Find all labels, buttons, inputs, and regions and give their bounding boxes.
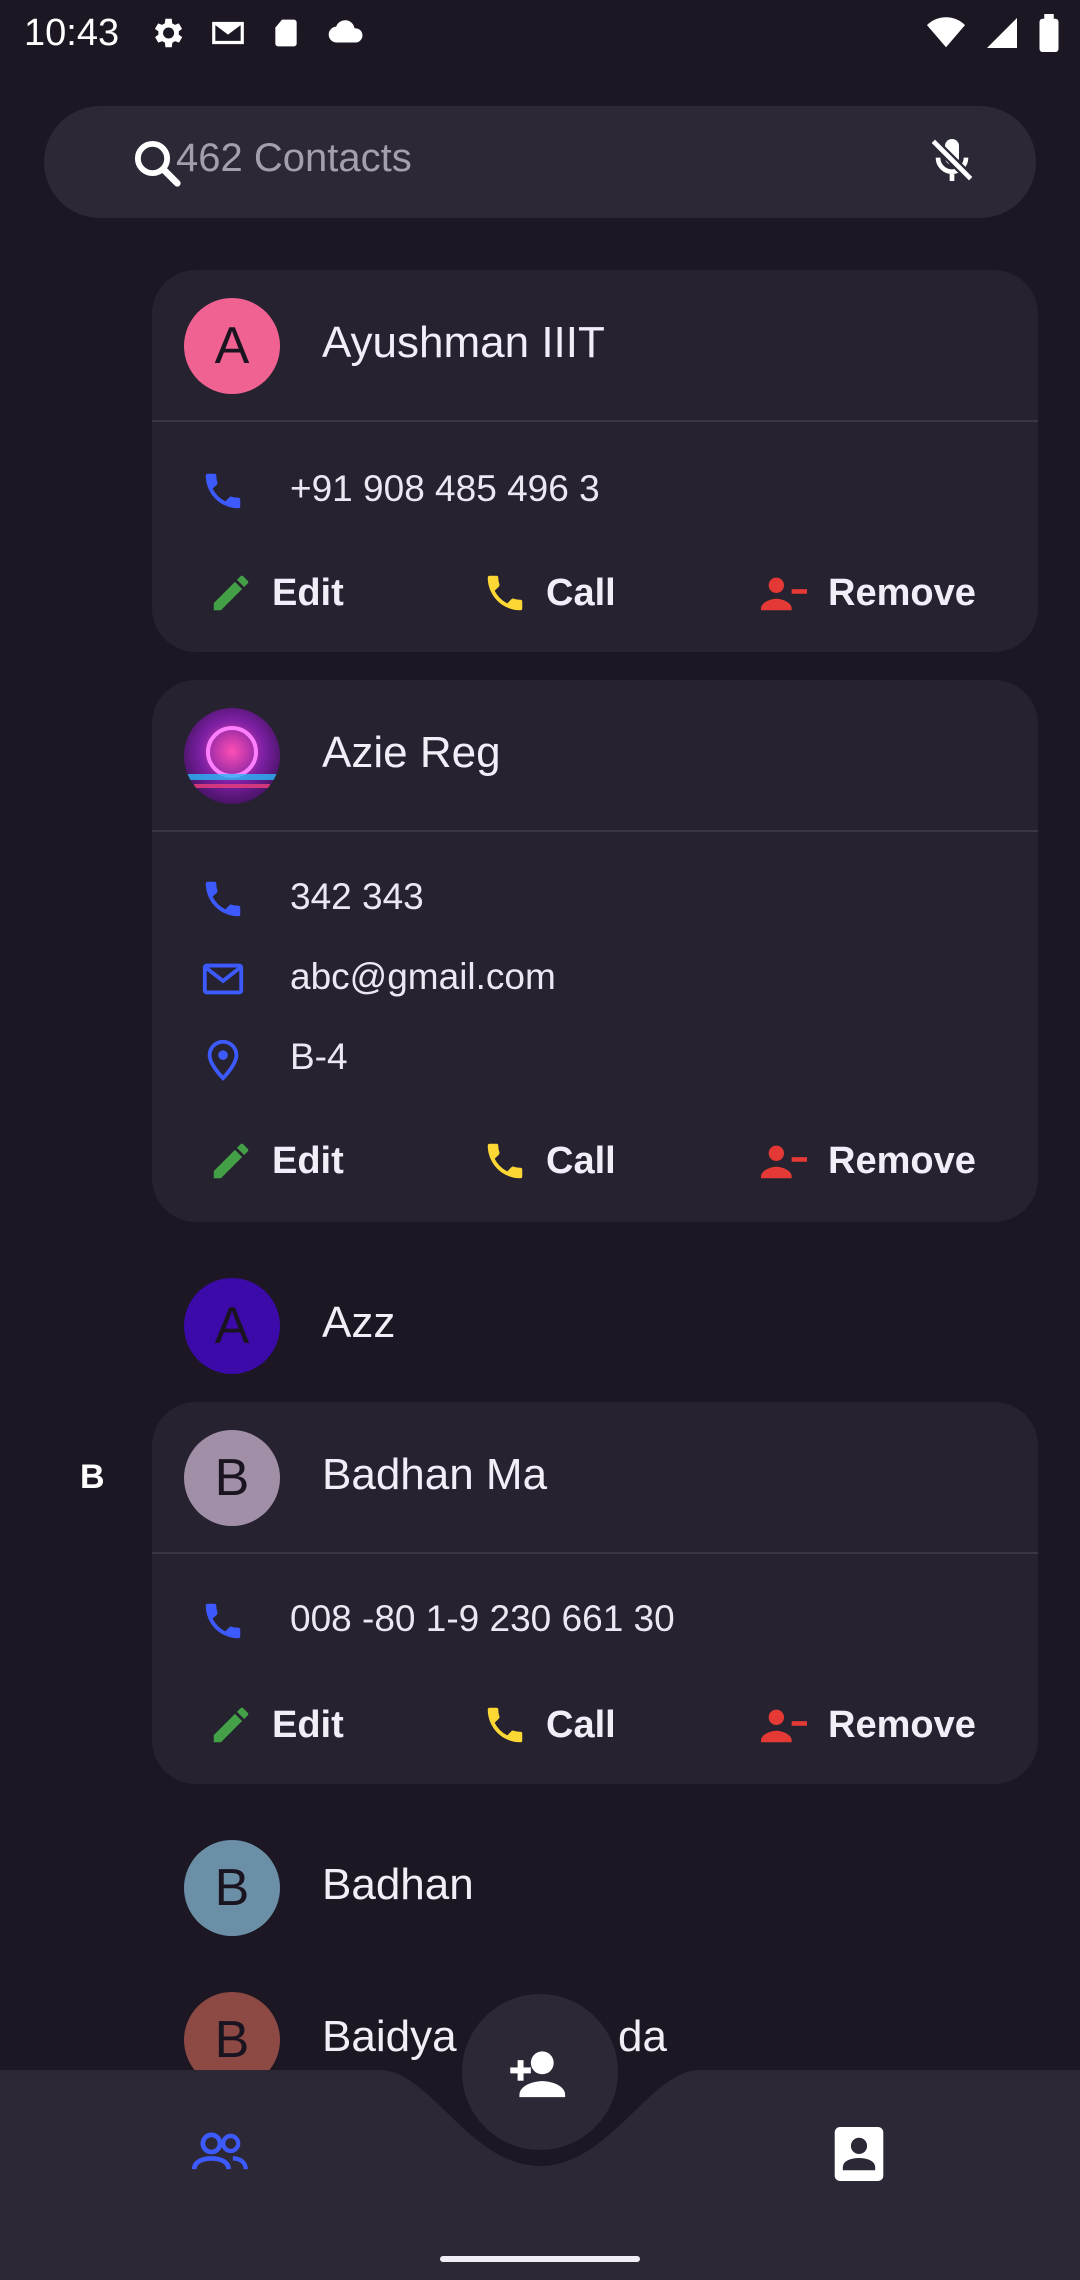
status-system-icons	[926, 14, 1060, 52]
edit-label: Edit	[272, 1703, 344, 1746]
add-contact-fab[interactable]	[462, 1994, 618, 2150]
sd-card-icon	[275, 19, 297, 47]
contact-row[interactable]: A Azz	[152, 1250, 1038, 1400]
contact-phone[interactable]: 342 343	[290, 876, 424, 918]
call-button[interactable]: Call	[482, 570, 616, 616]
avatar: A	[184, 1278, 280, 1374]
search-placeholder[interactable]: 462 Contacts	[176, 136, 412, 181]
remove-label: Remove	[828, 1703, 976, 1746]
phone-icon	[200, 1598, 246, 1649]
status-notification-icons	[148, 14, 366, 52]
location-icon	[200, 1036, 246, 1087]
call-icon	[487, 575, 523, 611]
contact-phone[interactable]: 008 -80 1-9 230 661 30	[290, 1598, 675, 1640]
contact-name: Baidya	[322, 2012, 457, 2061]
edit-button[interactable]: Edit	[208, 1702, 344, 1748]
contact-name: Azz	[322, 1298, 396, 1347]
contact-card-header[interactable]	[152, 1402, 1038, 1554]
contact-name: Badhan	[322, 1860, 474, 1909]
edit-label: Edit	[272, 1139, 344, 1182]
avatar: B	[184, 1992, 280, 2070]
contact-phone[interactable]: +91 908 485 496 3	[290, 468, 600, 510]
contact-card-expanded[interactable]: B Badhan Ma 008 -80 1-9 230 661 30 Edit …	[152, 1402, 1038, 1784]
edit-button[interactable]: Edit	[208, 570, 344, 616]
edit-button[interactable]: Edit	[208, 1138, 344, 1184]
avatar: A	[184, 298, 280, 394]
avatar: B	[184, 1840, 280, 1936]
remove-person-icon	[761, 1145, 807, 1179]
edit-icon	[213, 1707, 249, 1743]
contact-row[interactable]: B Badhan	[152, 1812, 1038, 1962]
gesture-nav-handle[interactable]	[440, 2256, 640, 2262]
contact-name: Ayushman IIIT	[322, 318, 605, 367]
call-icon	[487, 1143, 523, 1179]
remove-person-icon	[761, 577, 807, 611]
email-icon	[200, 956, 246, 1007]
search-bar[interactable]: 462 Contacts	[44, 106, 1036, 218]
remove-person-icon	[761, 1709, 807, 1743]
contacts-tab-icon[interactable]	[190, 2126, 250, 2183]
remove-button[interactable]: Remove	[758, 570, 976, 616]
call-button[interactable]: Call	[482, 1702, 616, 1748]
status-time: 10:43	[24, 12, 120, 54]
contact-card-header[interactable]	[152, 680, 1038, 832]
remove-button[interactable]: Remove	[758, 1138, 976, 1184]
call-label: Call	[546, 1139, 616, 1182]
contact-address[interactable]: B-4	[290, 1036, 348, 1078]
cloud-icon	[328, 20, 363, 43]
mic-off-icon[interactable]	[924, 132, 980, 193]
signal-icon	[987, 18, 1017, 48]
call-icon	[487, 1707, 523, 1743]
battery-icon	[1039, 14, 1059, 52]
avatar: B	[184, 1430, 280, 1526]
call-label: Call	[546, 571, 616, 614]
edit-label: Edit	[272, 571, 344, 614]
edit-icon	[213, 1143, 249, 1179]
contact-email[interactable]: abc@gmail.com	[290, 956, 556, 998]
contact-card-tab-icon[interactable]	[832, 2124, 886, 2189]
phone-icon	[200, 876, 246, 927]
gmail-icon	[212, 21, 244, 45]
remove-label: Remove	[828, 1139, 976, 1182]
person-add-icon	[510, 2051, 566, 2098]
wifi-icon	[927, 17, 965, 48]
remove-button[interactable]: Remove	[758, 1702, 976, 1748]
contact-name: Badhan Ma	[322, 1450, 548, 1499]
contact-name: Azie Reg	[322, 728, 501, 777]
settings-icon	[154, 18, 183, 48]
remove-label: Remove	[828, 571, 976, 614]
contact-card-expanded[interactable]: Azie Reg 342 343 abc@gmail.com B-4 Edit …	[152, 680, 1038, 1222]
call-label: Call	[546, 1703, 616, 1746]
phone-icon	[200, 468, 246, 519]
edit-icon	[213, 575, 249, 611]
call-button[interactable]: Call	[482, 1138, 616, 1184]
avatar-photo	[184, 708, 280, 804]
contact-name-suffix: da	[618, 2012, 667, 2061]
section-letter: B	[80, 1458, 105, 1496]
contact-card-expanded[interactable]: A Ayushman IIIT +91 908 485 496 3 Edit C…	[152, 270, 1038, 652]
